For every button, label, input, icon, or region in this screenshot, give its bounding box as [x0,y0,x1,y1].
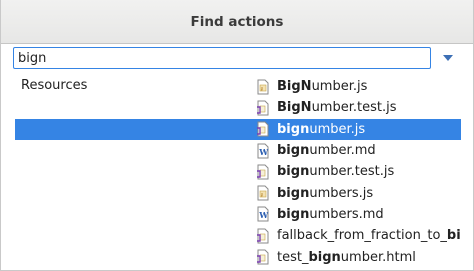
result-match: bign [308,249,341,265]
result-prefix: test_ [277,249,309,265]
result-rest: umber.test.js [309,164,395,180]
result-row[interactable]: bignumber.js [15,118,461,140]
result-filename: bignumber.md [277,143,376,158]
js-file-icon [255,185,271,201]
svg-text:W: W [258,147,269,157]
result-match: BigN [277,100,312,116]
result-match: bign [277,185,310,201]
result-filename: BigNumber.test.js [277,100,396,115]
result-row[interactable]: Wbignumber.md [15,140,461,161]
result-filename: BigNumber.js [277,79,367,94]
result-rest: umbers.md [309,206,384,222]
result-match: bignu [446,228,461,244]
result-rest: umbers.js [309,185,374,201]
dialog-title: Find actions [190,13,284,30]
result-match: bign [277,121,310,137]
result-rest: umber.md [309,143,376,159]
svg-text:W: W [258,210,269,220]
result-match: bign [277,206,310,222]
js-test-file-icon [255,100,271,116]
markdown-file-icon: W [255,143,271,159]
result-rest: umber.test.js [311,100,397,116]
result-match: bign [277,164,310,180]
result-row[interactable]: test_bignumber.html [15,246,461,267]
js-test-file-icon [255,228,271,244]
result-filename: bignumber.js [277,122,365,137]
result-rest: umber.html [340,249,416,265]
result-row[interactable]: BigNumber.test.js [15,97,461,118]
result-filename: test_bignumber.html [277,250,416,265]
result-match: BigN [277,79,312,95]
result-rest: umber.js [311,79,368,95]
js-test-file-icon [255,249,271,265]
dialog-titlebar: Find actions [1,0,473,44]
js-file-icon [255,79,271,95]
markdown-file-icon: W [255,206,271,222]
result-filename: bignumbers.md [277,207,384,222]
result-filename: fallback_from_fraction_to_bignu [277,228,461,243]
result-filename: bignumber.test.js [277,164,394,179]
find-actions-dialog: Find actions BigNumber.jsBigNumber.test.… [0,0,474,271]
search-input[interactable] [13,47,431,69]
results-list: BigNumber.js BigNumber.test.js bignumber.j… [15,76,461,268]
category-label: Resources [21,78,88,93]
result-prefix: fallback_from_fraction_to_ [277,228,447,244]
js-test-file-icon [255,164,271,180]
result-row[interactable]: fallback_from_fraction_to_bignu [15,225,461,246]
search-row [13,47,463,69]
result-filename: bignumbers.js [277,186,373,201]
result-match: bign [277,143,310,159]
js-test-file-icon [255,121,271,137]
result-row[interactable]: bignumbers.js [15,182,461,203]
result-row[interactable]: bignumber.test.js [15,161,461,182]
result-row[interactable]: Wbignumbers.md [15,204,461,225]
result-rest: umber.js [309,121,366,137]
chevron-down-icon[interactable] [437,47,459,69]
